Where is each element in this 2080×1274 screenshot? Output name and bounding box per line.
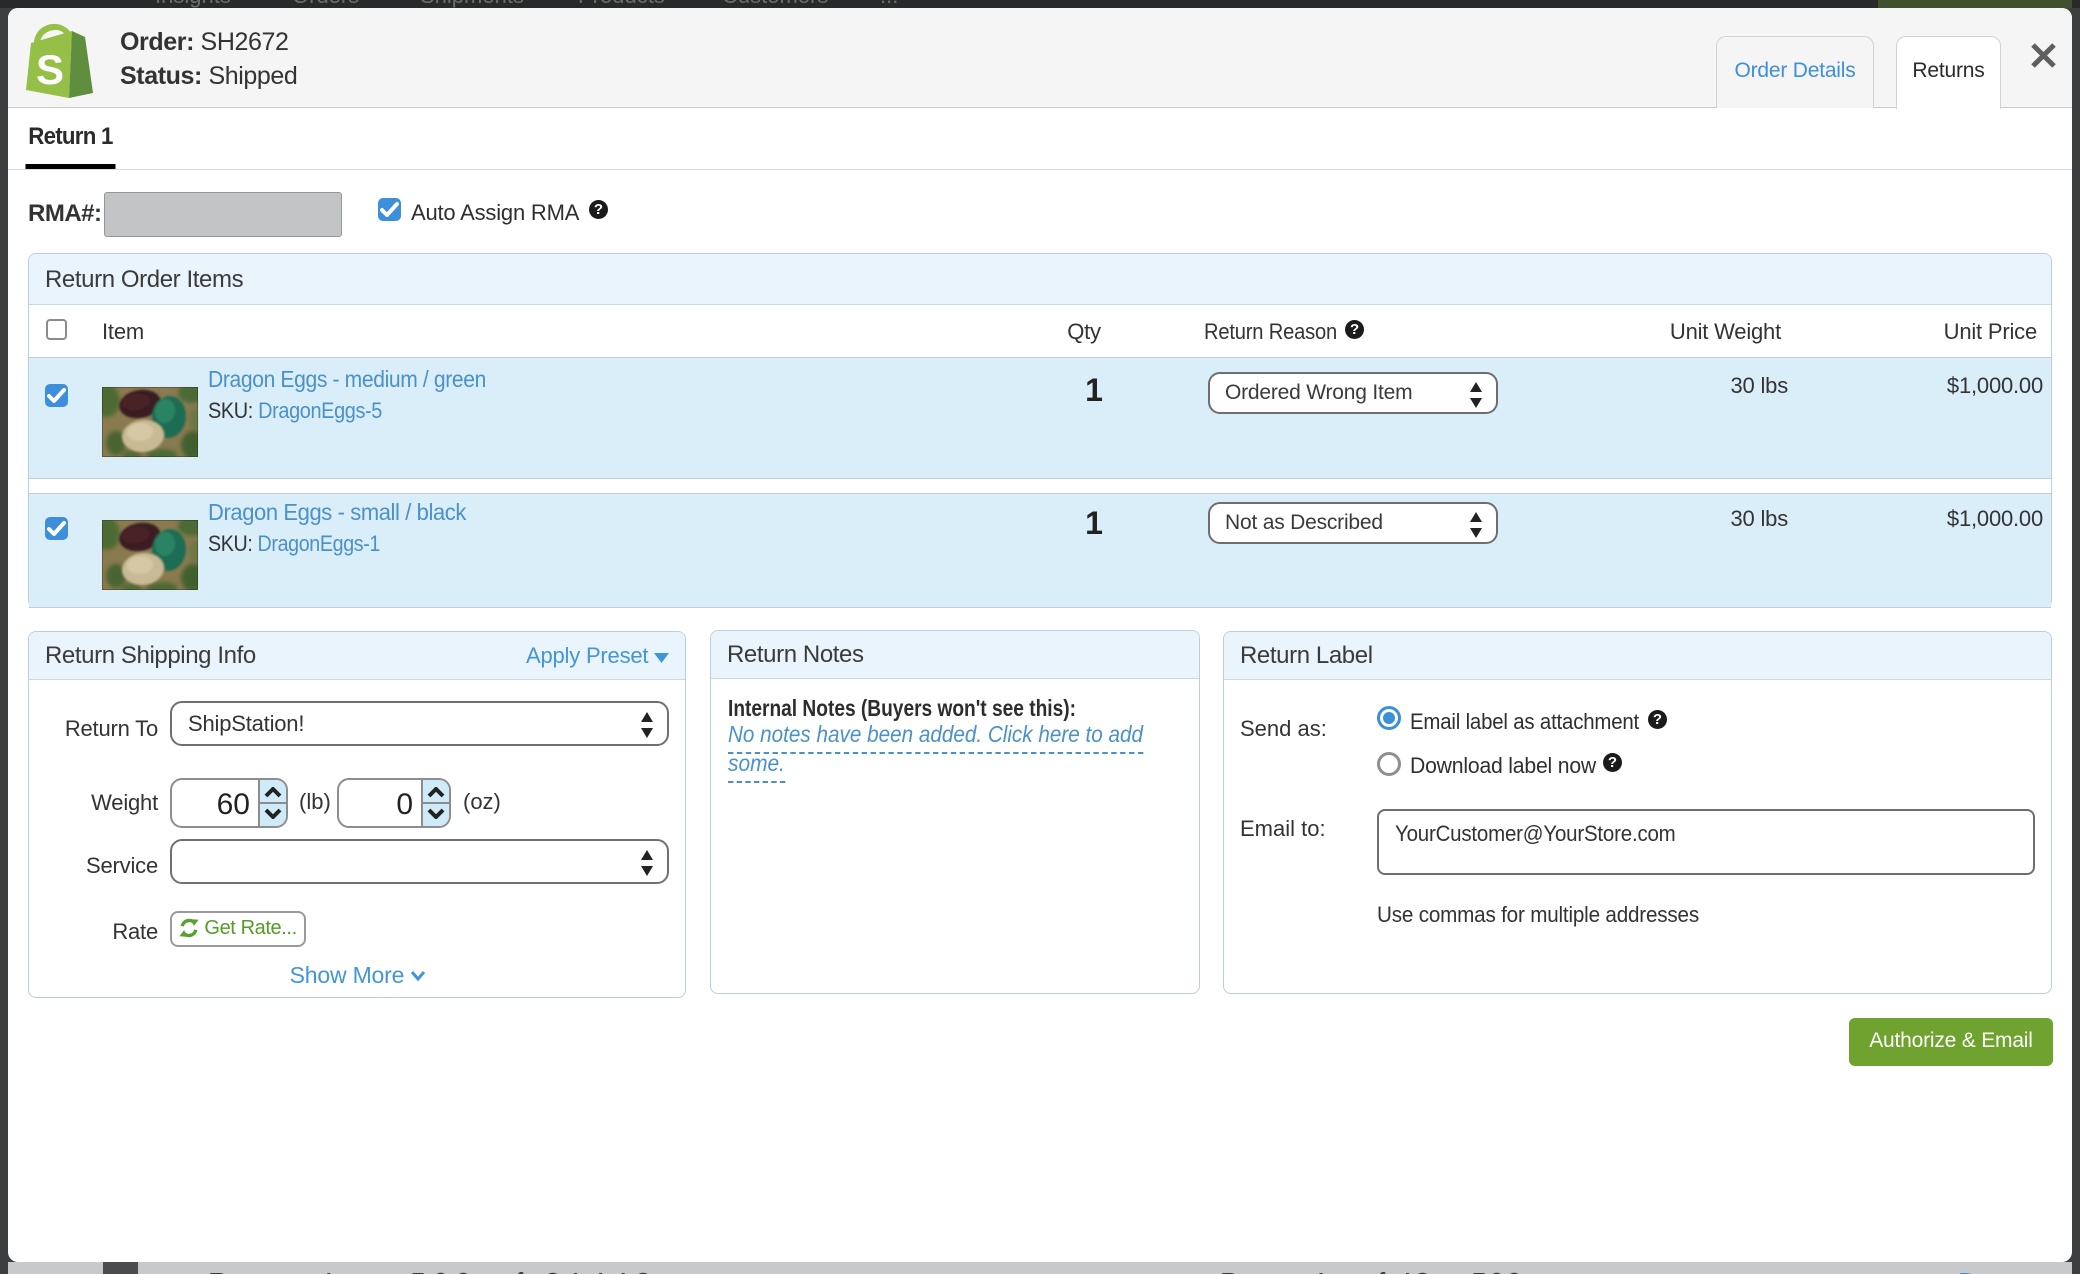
svg-text:S: S — [36, 46, 64, 93]
